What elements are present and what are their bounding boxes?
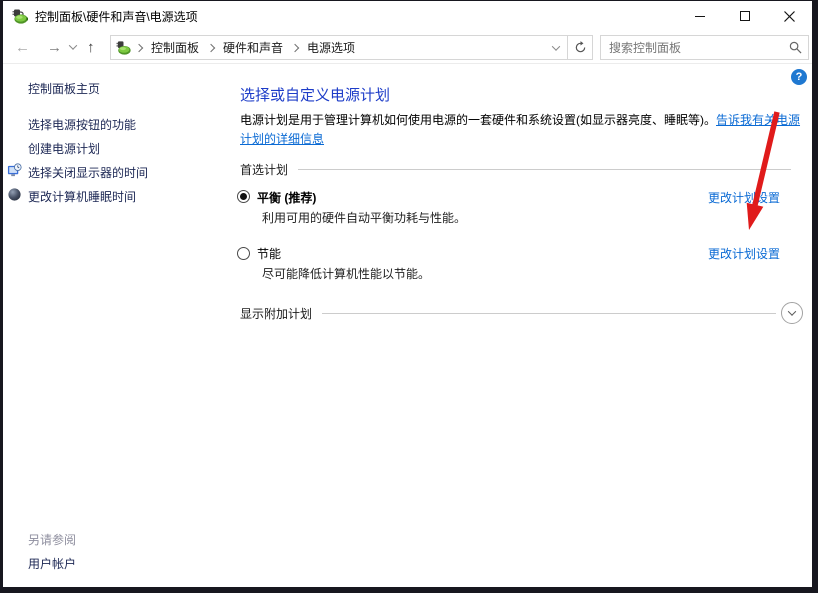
chevron-down-icon [69,41,77,49]
help-button[interactable]: ? [791,69,807,85]
radio-power-saver[interactable] [237,247,250,260]
sleep-sphere-icon [7,187,22,202]
chevron-right-icon [291,43,299,51]
chevron-down-icon [552,42,560,50]
see-also-header: 另请参阅 [28,531,76,548]
search-input[interactable] [609,41,789,55]
content-area: 控制面板主页 选择电源按钮的功能 创建电源计划 选择关闭显示器的时间 [3,64,812,587]
recent-pages-button[interactable] [70,31,76,63]
power-options-window: 控制面板\硬件和声音\电源选项 ← → [3,1,812,587]
show-additional-plans-button[interactable] [781,302,803,324]
section-divider [298,169,791,170]
back-icon: ← [15,40,30,55]
radio-balanced[interactable] [237,190,250,203]
chevron-right-icon [135,43,143,51]
preferred-plans-label: 首选计划 [240,161,288,178]
plan-balanced-name[interactable]: 平衡 (推荐) [257,189,316,206]
breadcrumb-hardware-sound[interactable]: 硬件和声音 [219,39,287,56]
intro-paragraph: 电源计划是用于管理计算机如何使用电源的一套硬件和系统设置(如显示器亮度、睡眠等)… [240,111,800,149]
window-title: 控制面板\硬件和声音\电源选项 [35,8,198,25]
plan-balanced-description: 利用可用的硬件自动平衡功耗与性能。 [262,209,466,226]
page-title: 选择或自定义电源计划 [240,84,390,105]
search-box [600,35,809,60]
refresh-icon [574,41,587,54]
breadcrumb: 控制面板 硬件和声音 电源选项 [111,36,545,59]
up-icon: ↑ [87,40,95,55]
additional-plans-section: 显示附加计划 [240,302,776,324]
plan-power-saver-name[interactable]: 节能 [257,245,281,262]
additional-plans-label: 显示附加计划 [240,305,312,322]
sidebar-item-user-accounts[interactable]: 用户帐户 [28,555,76,572]
sidebar-item-control-panel-home[interactable]: 控制面板主页 [28,80,100,97]
sidebar-item-create-power-plan[interactable]: 创建电源计划 [28,140,100,157]
breadcrumb-control-panel[interactable]: 控制面板 [147,39,203,56]
plan-power-saver-description: 尽可能降低计算机性能以节能。 [262,265,430,282]
navigation-toolbar: ← → ↑ [3,31,812,64]
search-icon[interactable] [789,41,802,54]
caption-buttons [677,1,812,31]
section-divider [322,313,776,314]
sidebar-item-power-buttons[interactable]: 选择电源按钮的功能 [28,116,136,133]
question-mark-icon: ? [796,71,803,83]
minimize-icon [695,16,705,17]
power-options-app-icon [12,8,28,24]
change-plan-settings-power-saver-link[interactable]: 更改计划设置 [708,245,780,262]
address-dropdown-button[interactable] [545,36,567,59]
power-options-crumb-icon [116,40,131,55]
close-button[interactable] [767,1,812,31]
breadcrumb-power-options[interactable]: 电源选项 [303,39,359,56]
forward-button[interactable]: → [47,31,62,63]
change-plan-settings-balanced-link[interactable]: 更改计划设置 [708,189,780,206]
address-bar[interactable]: 控制面板 硬件和声音 电源选项 [110,35,593,60]
minimize-button[interactable] [677,1,722,31]
sidebar-item-choose-display-off-time[interactable]: 选择关闭显示器的时间 [28,164,148,181]
chevron-down-icon [788,307,796,315]
monitor-clock-icon [7,163,22,178]
back-button[interactable]: ← [15,31,30,63]
preferred-plans-section: 首选计划 [240,160,791,178]
intro-text: 电源计划是用于管理计算机如何使用电源的一套硬件和系统设置(如显示器亮度、睡眠等)… [240,113,716,127]
titlebar: 控制面板\硬件和声音\电源选项 [3,1,812,31]
up-button[interactable]: ↑ [87,31,95,63]
close-icon [784,11,795,22]
maximize-icon [740,11,750,21]
sidebar-item-change-sleep-time[interactable]: 更改计算机睡眠时间 [28,188,136,205]
maximize-button[interactable] [722,1,767,31]
chevron-right-icon [207,43,215,51]
refresh-button[interactable] [567,36,592,59]
forward-icon: → [47,40,62,55]
screen: 控制面板\硬件和声音\电源选项 ← → [0,0,818,593]
